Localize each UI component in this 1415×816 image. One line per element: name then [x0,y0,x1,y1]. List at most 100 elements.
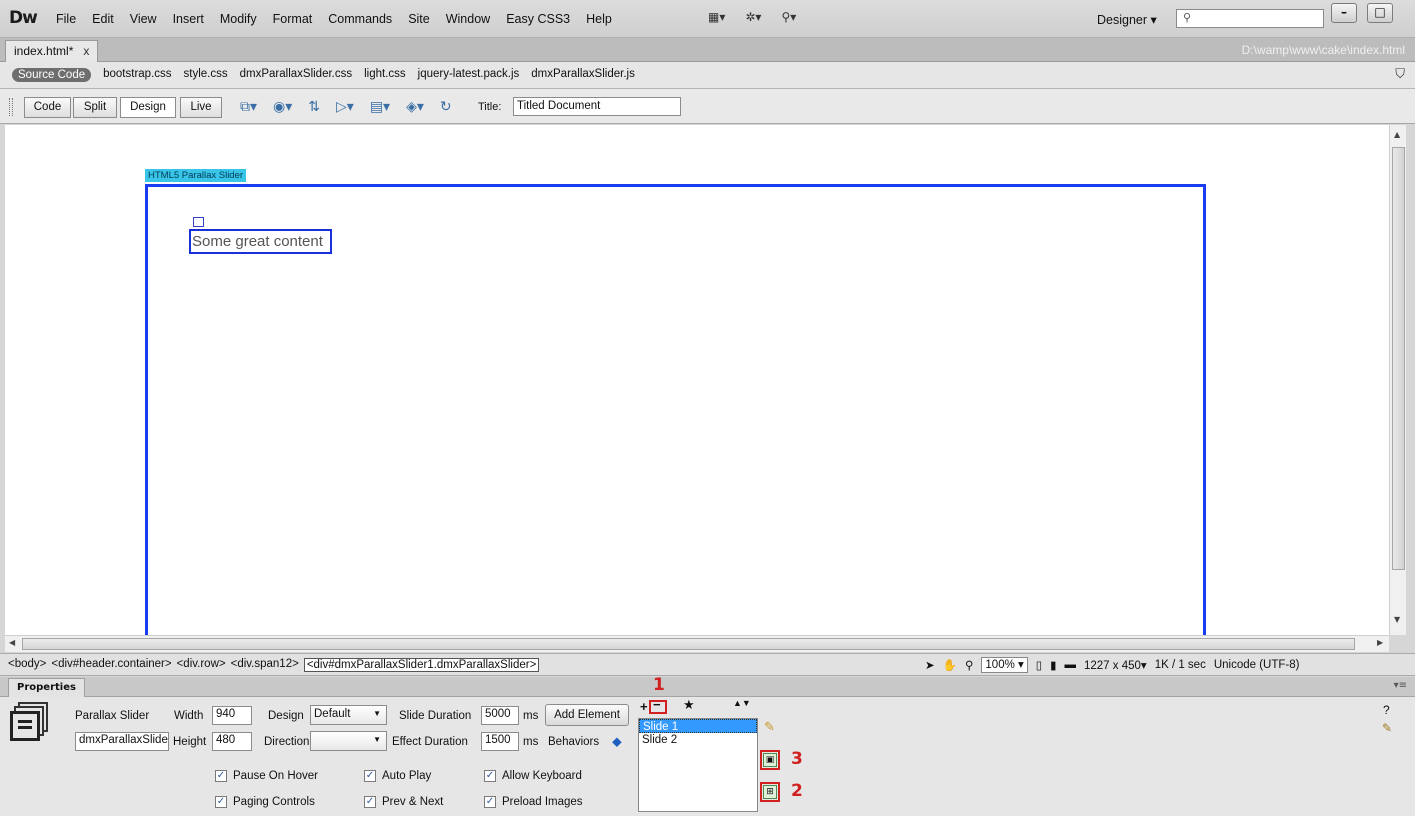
menu-help[interactable]: Help [578,12,620,26]
remove-slide-icon[interactable]: − [653,697,661,712]
layout-icon[interactable]: ▦▾ [708,10,725,24]
design-canvas[interactable]: HTML5 Parallax Slider Some great content [5,125,1389,635]
direction-select[interactable]: ▼ [310,731,387,751]
gear-icon[interactable]: ✲▾ [745,10,761,24]
design-label: Design [268,710,304,722]
window-size-dropdown[interactable]: 1227 x 450▾ [1084,658,1147,672]
list-item[interactable]: Slide 1 [639,719,757,733]
related-file[interactable]: style.css [184,68,228,82]
menu-file[interactable]: File [48,12,84,26]
menu-commands[interactable]: Commands [320,12,400,26]
related-file[interactable]: jquery-latest.pack.js [418,68,520,82]
direction-label: Direction [264,736,310,748]
element-marker-icon[interactable] [193,217,204,227]
horizontal-scrollbar[interactable]: ◀ ▶ [5,635,1389,652]
vertical-scrollbar[interactable]: ▲ ▼ [1389,125,1406,635]
menu-insert[interactable]: Insert [165,12,212,26]
menu-view[interactable]: View [122,12,165,26]
slide-content[interactable]: Some great content [189,229,332,254]
auto-play-checkbox[interactable]: ✓ Auto Play [364,770,431,782]
move-up-down-icon[interactable]: ▲▼ [733,698,751,708]
multiscreen-icon[interactable]: ⧉▾ [240,99,257,115]
list-item[interactable]: Slide 2 [639,733,757,747]
related-file[interactable]: dmxParallaxSlider.js [531,68,635,82]
title-input[interactable]: Titled Document [513,97,681,116]
tablet-size-icon[interactable]: ▮ [1050,658,1056,672]
slider-element-tag[interactable]: HTML5 Parallax Slider [145,169,247,182]
prev-next-checkbox[interactable]: ✓ Prev & Next [364,796,443,808]
scroll-right-icon[interactable]: ▶ [1377,638,1383,647]
site-icon[interactable]: ⚲▾ [781,10,796,24]
split-view-button[interactable]: Split [73,97,117,118]
pause-on-hover-checkbox[interactable]: ✓ Pause On Hover [215,770,318,782]
related-file[interactable]: bootstrap.css [103,68,171,82]
allow-keyboard-checkbox[interactable]: ✓ Allow Keyboard [484,770,582,782]
w3c-validation-icon[interactable]: ▷▾ [336,99,354,115]
menu-format[interactable]: Format [265,12,321,26]
paging-controls-checkbox[interactable]: ✓ Paging Controls [215,796,315,808]
preview-browser-icon[interactable]: ◉▾ [273,99,292,115]
code-view-button[interactable]: Code [24,97,71,118]
mobile-size-icon[interactable]: ▯ [1036,658,1042,672]
slide-settings-icon[interactable]: ⊞ [763,785,777,799]
visual-aids-icon[interactable]: ◈▾ [406,99,424,115]
live-view-button[interactable]: Live [180,97,222,118]
refresh-icon[interactable]: ↻ [440,99,452,115]
effect-duration-input[interactable]: 1500 [481,732,519,751]
parallax-slider-icon [10,702,50,742]
desktop-size-icon[interactable]: ▬ [1064,659,1076,671]
related-file[interactable]: dmxParallaxSlider.css [240,68,352,82]
checkbox-checked-icon: ✓ [364,796,376,808]
add-slide-icon[interactable]: + [640,699,648,714]
edit-slide-icon[interactable]: ✎ [764,719,775,735]
menu-site[interactable]: Site [400,12,438,26]
pointer-tool-icon[interactable]: ➤ [925,658,935,672]
behaviors-icon[interactable]: ⬥ [612,733,622,750]
slide-duration-label: Slide Duration [399,710,472,722]
scroll-thumb[interactable] [1392,147,1405,570]
tag-row[interactable]: <div.row> [177,658,226,672]
design-select[interactable]: Default ▼ [310,705,387,725]
workspace-switcher[interactable]: Designer ▾ [1097,12,1157,27]
close-icon[interactable]: x [83,44,89,58]
quick-tag-editor-icon[interactable]: ✎ [1382,721,1392,735]
title-label: Title: [478,101,502,113]
scroll-left-icon[interactable]: ◀ [9,638,15,647]
menu-modify[interactable]: Modify [212,12,265,26]
file-management-icon[interactable]: ⇅ [308,99,320,115]
check-browser-icon[interactable]: ▤▾ [370,99,390,115]
tag-span12[interactable]: <div.span12> [231,658,299,672]
tag-body[interactable]: <body> [8,658,46,672]
scroll-down-icon[interactable]: ▼ [1394,615,1400,624]
related-file-source-code[interactable]: Source Code [12,68,92,82]
tab-index-html[interactable]: index.html* x [5,40,99,62]
preload-images-checkbox[interactable]: ✓ Preload Images [484,796,583,808]
minimize-button[interactable]: – [1331,3,1357,23]
maximize-button[interactable]: □ [1367,3,1393,23]
zoom-select[interactable]: 100% ▾ [981,657,1028,673]
duplicate-slide-icon[interactable]: ▣ [763,753,777,767]
scroll-up-icon[interactable]: ▲ [1394,130,1400,139]
panel-menu-icon[interactable]: ▾≡ [1394,680,1407,691]
slides-list[interactable]: Slide 1 Slide 2 [638,718,758,812]
star-icon[interactable]: ★ [683,697,695,713]
design-view-button[interactable]: Design [120,97,176,118]
height-input[interactable]: 480 [212,732,252,751]
menu-easy-css3[interactable]: Easy CSS3 [498,12,578,26]
related-file[interactable]: light.css [364,68,406,82]
element-id-input[interactable]: dmxParallaxSlider1 [75,732,169,751]
help-search-input[interactable]: ⚲ [1176,9,1324,28]
scroll-thumb[interactable] [22,638,1355,650]
help-icon[interactable]: ? [1383,703,1390,717]
add-element-button[interactable]: Add Element [545,704,629,726]
menu-edit[interactable]: Edit [84,12,122,26]
hand-tool-icon[interactable]: ✋ [943,658,957,672]
filter-icon[interactable]: ⛉ [1395,67,1405,82]
width-input[interactable]: 940 [212,706,252,725]
zoom-tool-icon[interactable]: ⚲ [965,658,973,672]
tab-properties[interactable]: Properties [8,678,85,697]
slide-duration-input[interactable]: 5000 [481,706,519,725]
menu-window[interactable]: Window [438,12,498,26]
tag-header[interactable]: <div#header.container> [51,658,171,672]
tag-parallax-slider[interactable]: <div#dmxParallaxSlider1.dmxParallaxSlide… [303,658,540,672]
